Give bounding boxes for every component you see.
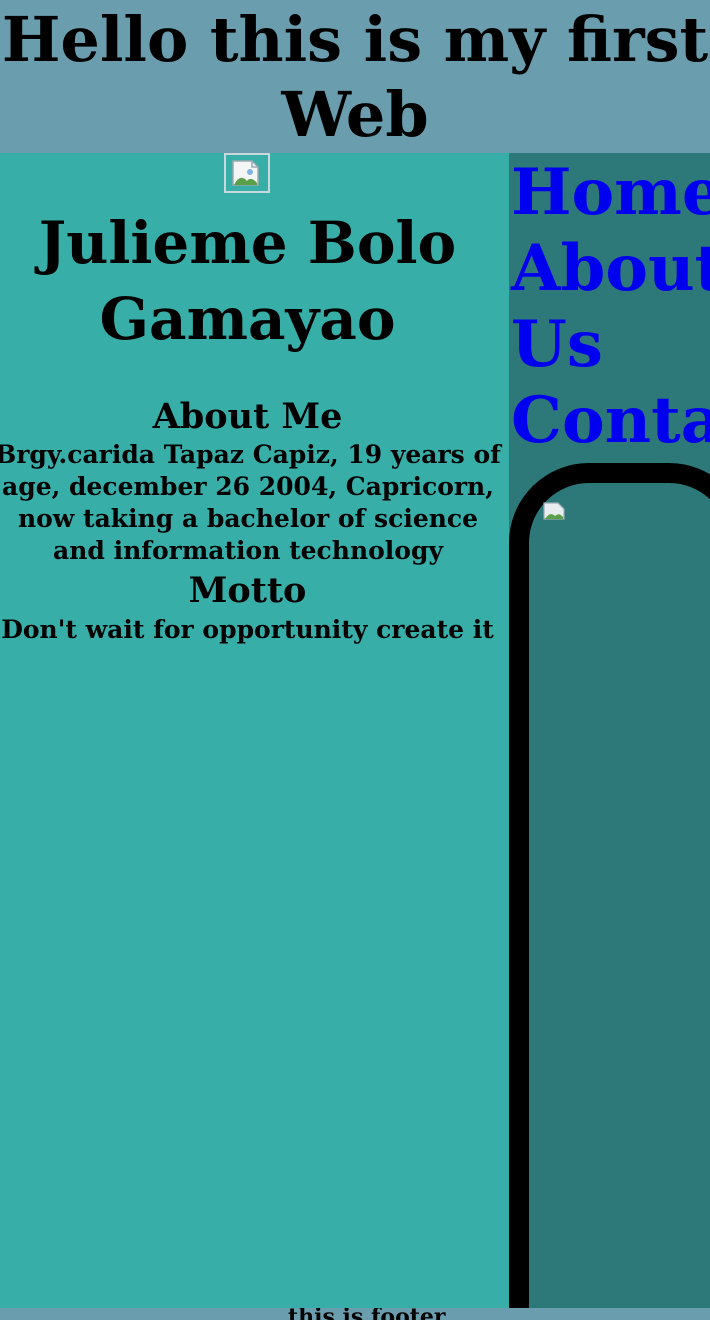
main-content: Julieme Bolo Gamayao About Me Brgy.carid… — [0, 153, 509, 1308]
page-header: Hello this is my first Web — [0, 0, 710, 153]
nav-menu: Home About Us Contact — [511, 155, 710, 459]
about-text: Brgy.carida Tapaz Capiz, 19 years of age… — [0, 440, 501, 565]
motto-text: Don't wait for opportunity create it — [1, 615, 494, 644]
profile-name: Julieme Bolo Gamayao — [38, 209, 457, 353]
sidebar: Home About Us Contact — [509, 153, 710, 1308]
broken-image-icon — [232, 160, 259, 186]
nav-link-contact[interactable]: Contact — [511, 383, 710, 459]
image-frame — [509, 463, 710, 1308]
broken-image-icon — [543, 502, 565, 520]
page-title: Hello this is my first Web — [1, 3, 709, 151]
nav-item-contact: Contact — [511, 383, 710, 459]
nav-item-about: About Us — [511, 231, 710, 383]
nav-link-home[interactable]: Home — [511, 155, 710, 231]
motto-heading: Motto — [188, 570, 307, 611]
page-footer: this is footer — [0, 1308, 710, 1320]
nav-item-home: Home — [511, 155, 710, 231]
about-heading: About Me — [152, 396, 343, 437]
profile-image — [224, 153, 270, 193]
footer-text: this is footer — [288, 1308, 446, 1320]
nav-link-about-us[interactable]: About Us — [511, 231, 710, 383]
